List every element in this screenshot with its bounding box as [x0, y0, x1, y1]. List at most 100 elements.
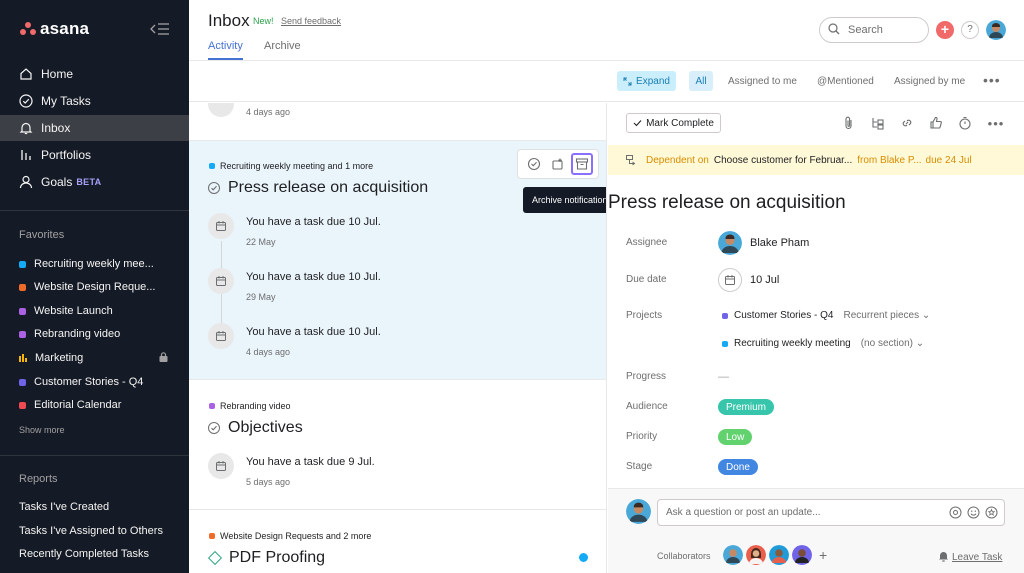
- section-dropdown[interactable]: Recurrent pieces ⌄: [843, 310, 930, 321]
- dependent-task-link[interactable]: Choose customer for Februar...: [714, 155, 852, 166]
- card-project[interactable]: Website Design Requests and 2 more: [209, 531, 371, 541]
- report-item[interactable]: Tasks I've Assigned to Others: [19, 525, 163, 537]
- asana-logo[interactable]: asana: [20, 19, 89, 39]
- favorite-item[interactable]: Marketing: [19, 348, 174, 368]
- comment-input[interactable]: Ask a question or post an update...: [657, 499, 1005, 526]
- assignee-label: Assignee: [626, 237, 668, 248]
- assignee-field[interactable]: Blake Pham: [718, 231, 809, 255]
- beta-badge: BETA: [76, 177, 102, 187]
- project-color-dot: [209, 403, 215, 409]
- like-icon[interactable]: [928, 115, 944, 131]
- complete-check-icon[interactable]: [208, 182, 220, 194]
- unread-indicator: [579, 553, 588, 562]
- collaborators-label: Collaborators: [657, 551, 711, 561]
- tab-archive[interactable]: Archive: [264, 40, 301, 52]
- person-icon: [18, 174, 34, 190]
- activity-text: You have a task due 10 Jul.: [246, 326, 381, 338]
- card-project[interactable]: Recruiting weekly meeting and 1 more: [209, 161, 373, 171]
- favorite-item[interactable]: Customer Stories - Q4: [19, 372, 174, 392]
- project-color-dot: [19, 378, 26, 386]
- current-user-avatar: [626, 499, 651, 524]
- filter-mentioned[interactable]: @Mentioned: [817, 76, 874, 87]
- priority-label: Priority: [626, 431, 658, 442]
- inbox-toolbar: Expand All Assigned to me @Mentioned Ass…: [189, 62, 1024, 102]
- bell-icon: [938, 550, 949, 565]
- filter-all[interactable]: All: [689, 71, 713, 91]
- card-project[interactable]: Rebranding video: [209, 401, 291, 411]
- subtask-icon[interactable]: [870, 115, 886, 131]
- sidebar-item-label: Goals: [41, 175, 73, 189]
- favorite-item[interactable]: Website Design Reque...: [19, 277, 174, 297]
- priority-pill[interactable]: Low: [718, 429, 753, 445]
- archive-icon[interactable]: [571, 153, 593, 175]
- report-item[interactable]: Recently Completed Tasks: [19, 548, 149, 560]
- activity-time: 5 days ago: [246, 477, 291, 487]
- task-toolbar: •••: [828, 115, 1006, 131]
- task-detail-pane: Mark Complete ••• Dependent on Choose cu…: [608, 103, 1024, 573]
- sidebar-item-my-tasks[interactable]: My Tasks: [0, 88, 189, 114]
- project-name: Recruiting weekly meeting: [734, 338, 851, 349]
- favorite-item[interactable]: Website Launch: [19, 301, 174, 321]
- mark-complete-button[interactable]: Mark Complete: [626, 113, 721, 133]
- project-color-dot: [722, 340, 728, 347]
- user-avatar[interactable]: [986, 20, 1006, 40]
- section-dropdown[interactable]: (no section) ⌄: [861, 338, 924, 349]
- new-badge: New!: [253, 16, 274, 26]
- card-task-title[interactable]: Objectives: [208, 419, 303, 437]
- more-actions-icon[interactable]: •••: [986, 115, 1006, 131]
- sidebar-item-goals[interactable]: Goals BETA: [0, 169, 189, 195]
- attachment-icon[interactable]: [841, 115, 857, 131]
- favorite-item[interactable]: Recruiting weekly mee...: [19, 254, 174, 274]
- show-more-link[interactable]: Show more: [19, 425, 65, 435]
- project-row[interactable]: Customer Stories - Q4 Recurrent pieces ⌄: [722, 310, 930, 321]
- progress-value[interactable]: —: [718, 371, 729, 383]
- task-title[interactable]: Press release on acquisition: [608, 192, 1024, 214]
- collaborator-avatar[interactable]: [746, 545, 766, 565]
- favorite-label: Website Design Reque...: [34, 281, 156, 293]
- mark-complete-icon[interactable]: [523, 153, 545, 175]
- favorites-heading: Favorites: [19, 229, 65, 241]
- audience-label: Audience: [626, 401, 668, 412]
- card-task-title[interactable]: Press release on acquisition: [208, 179, 428, 197]
- search-placeholder: Search: [848, 24, 883, 36]
- comment-section: Ask a question or post an update... Coll…: [608, 488, 1024, 573]
- sidebar-item-inbox[interactable]: Inbox: [0, 115, 189, 141]
- report-item[interactable]: Tasks I've Created: [19, 501, 109, 513]
- project-row[interactable]: Recruiting weekly meeting (no section) ⌄: [722, 338, 924, 349]
- add-collaborator-icon[interactable]: +: [819, 545, 827, 565]
- timer-icon[interactable]: [957, 115, 973, 131]
- due-date-field[interactable]: 10 Jul: [718, 268, 779, 292]
- filter-assigned-to-me[interactable]: Assigned to me: [728, 76, 797, 87]
- brand-name: asana: [40, 19, 90, 38]
- search-input[interactable]: Search: [819, 17, 929, 43]
- help-button[interactable]: ?: [961, 21, 979, 39]
- collaborator-avatar[interactable]: [723, 545, 743, 565]
- more-options-icon[interactable]: •••: [983, 72, 1001, 88]
- link-icon[interactable]: [899, 115, 915, 131]
- stage-pill[interactable]: Done: [718, 459, 758, 475]
- collaborator-avatar[interactable]: [792, 545, 812, 565]
- send-feedback-link[interactable]: Send feedback: [281, 16, 341, 26]
- collapse-sidebar-icon[interactable]: [150, 22, 170, 38]
- search-icon: [828, 22, 840, 38]
- collaborator-avatar[interactable]: [769, 545, 789, 565]
- favorite-item[interactable]: Editorial Calendar: [19, 395, 174, 415]
- leave-task-button[interactable]: Leave Task: [938, 550, 1002, 565]
- complete-check-icon[interactable]: [208, 422, 220, 434]
- activity-text: You have a task due 10 Jul.: [246, 271, 381, 283]
- milestone-diamond-icon[interactable]: [207, 550, 223, 566]
- sidebar-item-home[interactable]: Home: [0, 61, 189, 87]
- expand-button[interactable]: Expand: [617, 71, 676, 91]
- audience-pill[interactable]: Premium: [718, 399, 775, 415]
- card-task-title[interactable]: PDF Proofing: [207, 549, 325, 567]
- emoji-icon[interactable]: [967, 506, 980, 522]
- quick-add-button[interactable]: +: [936, 21, 954, 39]
- tab-activity[interactable]: Activity: [208, 40, 243, 60]
- filter-assigned-by-me[interactable]: Assigned by me: [894, 76, 965, 87]
- star-icon[interactable]: [985, 506, 998, 522]
- sidebar-item-portfolios[interactable]: Portfolios: [0, 142, 189, 168]
- favorite-item[interactable]: Rebranding video: [19, 324, 174, 344]
- mention-icon[interactable]: [949, 506, 962, 522]
- calendar-icon: [718, 268, 742, 292]
- follow-up-icon[interactable]: [547, 153, 569, 175]
